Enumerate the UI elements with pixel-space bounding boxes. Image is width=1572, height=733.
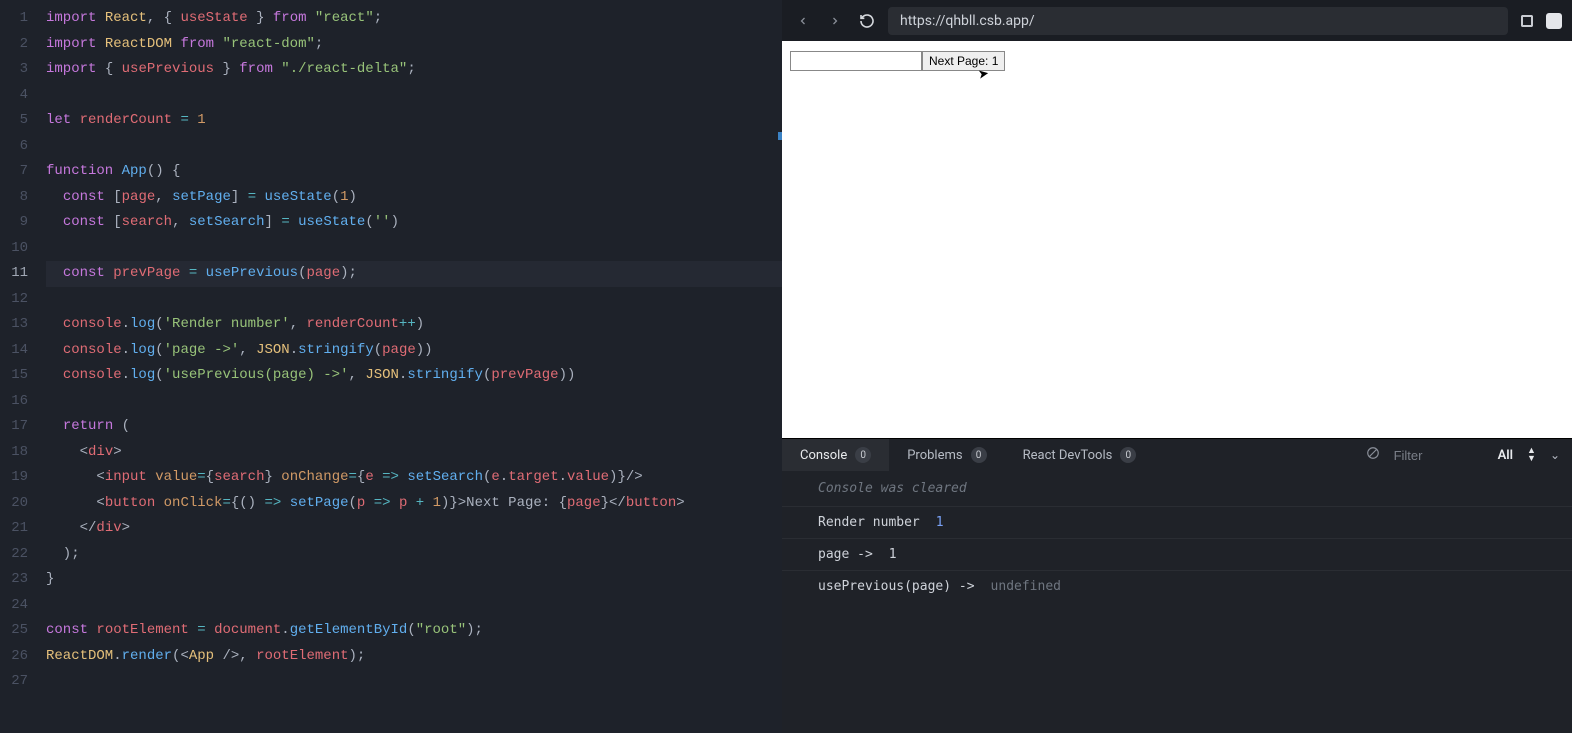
line-number: 6 xyxy=(0,134,28,160)
code-editor[interactable]: 1234567891011121314151617181920212223242… xyxy=(0,0,782,733)
log-level-select[interactable]: All xyxy=(1498,448,1513,463)
code-line[interactable]: const [page, setPage] = useState(1) xyxy=(46,185,782,211)
line-number-gutter: 1234567891011121314151617181920212223242… xyxy=(0,0,46,733)
code-line[interactable]: import { usePrevious } from "./react-del… xyxy=(46,57,782,83)
code-line[interactable] xyxy=(46,389,782,415)
tab-count-badge: 0 xyxy=(1120,447,1136,463)
console-log-row: page -> 1 xyxy=(782,539,1572,571)
console-log-row: usePrevious(page) -> undefined xyxy=(782,571,1572,602)
line-number: 22 xyxy=(0,542,28,568)
line-number: 12 xyxy=(0,287,28,313)
line-number: 13 xyxy=(0,312,28,338)
code-line[interactable] xyxy=(46,287,782,313)
console-log-message: Render number xyxy=(818,515,920,530)
maximize-icon[interactable] xyxy=(1546,13,1562,29)
line-number: 25 xyxy=(0,618,28,644)
code-area[interactable]: import React, { useState } from "react";… xyxy=(46,0,782,733)
code-line[interactable] xyxy=(46,593,782,619)
line-number: 26 xyxy=(0,644,28,670)
console-log-message: usePrevious(page) -> xyxy=(818,579,975,594)
code-line[interactable]: ReactDOM.render(<App />, rootElement); xyxy=(46,644,782,670)
devtools-panel: Console0Problems0React DevTools0 All ▲▼ … xyxy=(782,438,1572,733)
line-number: 24 xyxy=(0,593,28,619)
code-line[interactable] xyxy=(46,669,782,695)
tab-label: Console xyxy=(800,448,847,463)
code-line[interactable]: import ReactDOM from "react-dom"; xyxy=(46,32,782,58)
line-number: 14 xyxy=(0,338,28,364)
code-line[interactable] xyxy=(46,83,782,109)
console-log-area[interactable]: Console was cleared Render number1page -… xyxy=(782,471,1572,733)
code-line[interactable]: <button onClick={() => setPage(p => p + … xyxy=(46,491,782,517)
line-number: 5 xyxy=(0,108,28,134)
console-log-value: 1 xyxy=(889,547,897,562)
console-log-value: undefined xyxy=(991,579,1061,594)
code-line[interactable]: const rootElement = document.getElementB… xyxy=(46,618,782,644)
line-number: 7 xyxy=(0,159,28,185)
browser-toolbar xyxy=(782,0,1572,41)
devtools-tab-console[interactable]: Console 0 xyxy=(782,439,889,471)
line-number: 15 xyxy=(0,363,28,389)
line-number: 18 xyxy=(0,440,28,466)
preview-pane: Next Page: 1 ➤ xyxy=(782,41,1572,438)
nav-back-icon[interactable] xyxy=(792,10,814,32)
console-log-message: page -> xyxy=(818,547,873,562)
console-filter-input[interactable] xyxy=(1394,448,1484,463)
code-line[interactable] xyxy=(46,134,782,160)
tab-count-badge: 0 xyxy=(971,447,987,463)
tab-label: Problems xyxy=(907,448,962,463)
line-number: 21 xyxy=(0,516,28,542)
code-line[interactable]: import React, { useState } from "react"; xyxy=(46,6,782,32)
line-number: 27 xyxy=(0,669,28,695)
line-number: 1 xyxy=(0,6,28,32)
code-line[interactable]: <div> xyxy=(46,440,782,466)
open-window-icon[interactable] xyxy=(1518,12,1536,30)
code-line[interactable]: const [search, setSearch] = useState('') xyxy=(46,210,782,236)
tab-label: React DevTools xyxy=(1023,448,1113,463)
line-number: 20 xyxy=(0,491,28,517)
line-number: 23 xyxy=(0,567,28,593)
devtools-tabs: Console0Problems0React DevTools0 All ▲▼ … xyxy=(782,439,1572,471)
console-log-value: 1 xyxy=(936,515,944,530)
tab-count-badge: 0 xyxy=(855,447,871,463)
code-line[interactable]: </div> xyxy=(46,516,782,542)
line-number: 3 xyxy=(0,57,28,83)
code-line[interactable]: <input value={search} onChange={e => set… xyxy=(46,465,782,491)
nav-forward-icon[interactable] xyxy=(824,10,846,32)
code-line[interactable]: let renderCount = 1 xyxy=(46,108,782,134)
line-number: 2 xyxy=(0,32,28,58)
code-line[interactable]: const prevPage = usePrevious(page); xyxy=(46,261,782,287)
clear-console-icon[interactable] xyxy=(1366,446,1380,464)
code-line[interactable]: console.log('page ->', JSON.stringify(pa… xyxy=(46,338,782,364)
line-number: 9 xyxy=(0,210,28,236)
address-bar[interactable] xyxy=(888,7,1508,35)
line-number: 11 xyxy=(0,261,28,287)
console-log-row: Render number 1 xyxy=(782,507,1572,539)
line-number: 8 xyxy=(0,185,28,211)
console-cleared-message: Console was cleared xyxy=(782,471,1572,507)
devtools-collapse-icon[interactable]: ⌄ xyxy=(1550,448,1560,462)
code-line[interactable]: return ( xyxy=(46,414,782,440)
preview-text-input[interactable] xyxy=(790,51,922,71)
mouse-cursor-icon: ➤ xyxy=(977,66,990,83)
code-line[interactable]: ); xyxy=(46,542,782,568)
code-line[interactable]: console.log('usePrevious(page) ->', JSON… xyxy=(46,363,782,389)
line-number: 17 xyxy=(0,414,28,440)
code-line[interactable] xyxy=(46,236,782,262)
refresh-icon[interactable] xyxy=(856,10,878,32)
line-number: 19 xyxy=(0,465,28,491)
log-level-updown-icon: ▲▼ xyxy=(1527,447,1536,463)
line-number: 10 xyxy=(0,236,28,262)
code-line[interactable]: } xyxy=(46,567,782,593)
devtools-tab-problems[interactable]: Problems 0 xyxy=(889,439,1004,471)
devtools-tab-react-devtools[interactable]: React DevTools 0 xyxy=(1005,439,1155,471)
code-line[interactable]: console.log('Render number', renderCount… xyxy=(46,312,782,338)
code-line[interactable]: function App() { xyxy=(46,159,782,185)
line-number: 4 xyxy=(0,83,28,109)
preview-next-page-button[interactable]: Next Page: 1 xyxy=(922,51,1005,71)
line-number: 16 xyxy=(0,389,28,415)
